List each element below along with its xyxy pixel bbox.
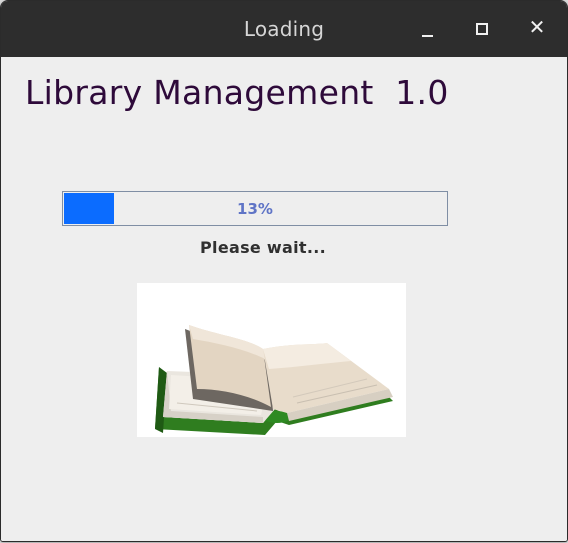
close-button[interactable]: ✕ (524, 15, 550, 41)
maximize-icon (476, 23, 488, 35)
book-image (137, 283, 406, 437)
open-book-icon (155, 325, 393, 435)
app-title: Library Management 1.0 (25, 73, 449, 112)
status-text: Please wait... (200, 238, 326, 257)
loading-window: Loading ✕ Library Management 1.0 13% Ple… (0, 0, 568, 542)
maximize-button[interactable] (469, 15, 495, 41)
close-icon: ✕ (528, 15, 546, 39)
progress-bar: 13% (62, 191, 448, 226)
content-panel: Library Management 1.0 13% Please wait..… (1, 57, 567, 541)
minimize-icon (422, 35, 433, 37)
progress-label: 13% (237, 200, 273, 218)
title-bar[interactable]: Loading ✕ (1, 1, 567, 57)
minimize-button[interactable] (415, 15, 441, 41)
